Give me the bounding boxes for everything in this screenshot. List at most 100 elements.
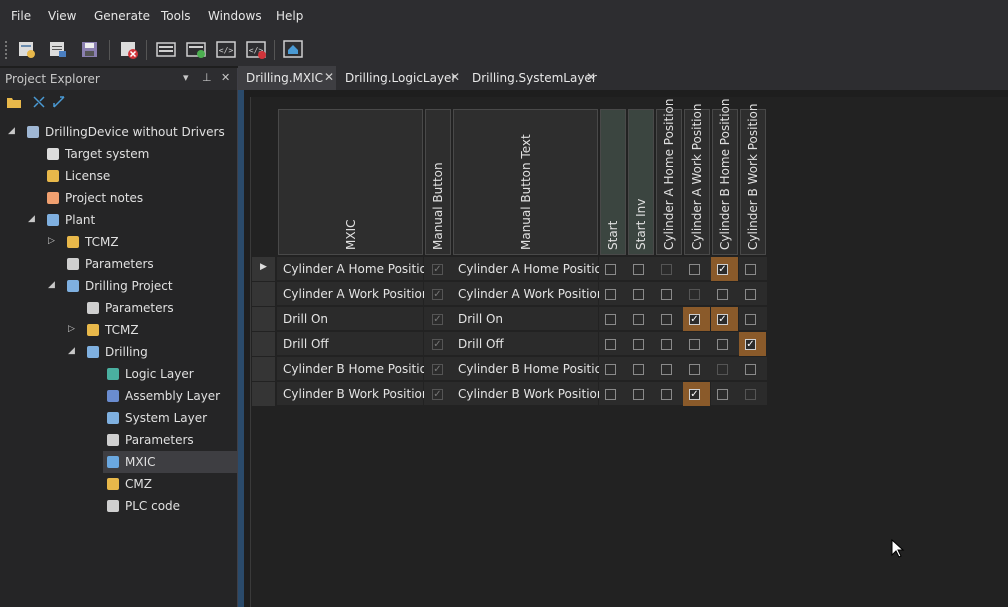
cell-mxic[interactable]: Cylinder A Home Position — [277, 257, 435, 281]
column-header-mxic[interactable]: MXIC — [278, 109, 423, 255]
cell-manual-button-text[interactable]: Cylinder A Work Position — [452, 282, 604, 306]
signal-checkbox[interactable] — [745, 264, 756, 275]
signal-checkbox[interactable] — [661, 389, 672, 400]
signal-checkbox[interactable] — [633, 289, 644, 300]
cell-manual-button-text[interactable]: Cylinder A Home Position — [452, 257, 610, 281]
expand-all-icon[interactable] — [52, 95, 66, 112]
menu-file[interactable]: File — [11, 9, 31, 23]
tree-item-parameters[interactable]: Parameters — [0, 429, 237, 451]
form-add-icon[interactable] — [185, 38, 207, 60]
collapse-arrow-icon[interactable]: ◢ — [8, 126, 15, 136]
signal-checkbox[interactable] — [605, 389, 616, 400]
open-folder-icon[interactable] — [6, 95, 22, 112]
signal-checkbox[interactable] — [605, 339, 616, 350]
signal-checkbox[interactable] — [661, 289, 672, 300]
tree-item-drillingdevice-without-drivers[interactable]: ◢ DrillingDevice without Drivers — [0, 121, 237, 143]
tree-item-tcmz[interactable]: ▷ TCMZ — [0, 231, 237, 253]
signal-checkbox[interactable]: ✓ — [745, 339, 756, 350]
close-icon[interactable]: ✕ — [324, 70, 334, 84]
home-icon[interactable] — [282, 38, 304, 60]
signal-checkbox[interactable] — [717, 289, 728, 300]
column-header-manual-button[interactable]: Manual Button — [425, 109, 451, 255]
tree-item-parameters[interactable]: Parameters — [0, 253, 237, 275]
column-header-cylinder-b-home-position[interactable]: Cylinder B Home Position — [712, 98, 738, 255]
signal-checkbox[interactable] — [633, 264, 644, 275]
signal-checkbox[interactable]: ✓ — [689, 389, 700, 400]
menu-generate[interactable]: Generate — [94, 9, 150, 23]
tree-item-plant[interactable]: ◢ Plant — [0, 209, 237, 231]
row-header[interactable] — [252, 382, 275, 407]
tree-item-logic-layer[interactable]: Logic Layer — [0, 363, 237, 385]
signal-checkbox[interactable] — [633, 364, 644, 375]
close-icon[interactable]: ✕ — [450, 70, 460, 84]
menu-tools[interactable]: Tools — [161, 9, 191, 23]
cell-manual-button-text[interactable]: Cylinder B Home Position — [452, 357, 610, 381]
column-header-start-inv[interactable]: Start Inv — [628, 109, 654, 255]
row-header[interactable] — [252, 307, 275, 332]
signal-checkbox[interactable] — [717, 339, 728, 350]
cell-manual-button-text[interactable]: Drill On — [452, 307, 598, 331]
tree-item-license[interactable]: License — [0, 165, 237, 187]
signal-checkbox[interactable] — [605, 314, 616, 325]
tab-drilling-systemlayer[interactable]: Drilling.SystemLayer ✕ — [464, 66, 600, 90]
signal-checkbox[interactable]: ✓ — [717, 264, 728, 275]
cell-manual-button-text[interactable]: Drill Off — [452, 332, 598, 356]
tree-item-parameters[interactable]: Parameters — [0, 297, 237, 319]
collapse-arrow-icon[interactable]: ◢ — [28, 214, 35, 224]
signal-checkbox[interactable] — [661, 364, 672, 375]
column-header-manual-button-text[interactable]: Manual Button Text — [453, 109, 598, 255]
tree-item-mxic[interactable]: MXIC — [103, 451, 237, 473]
menu-view[interactable]: View — [48, 9, 76, 23]
signal-checkbox[interactable] — [605, 264, 616, 275]
expand-arrow-icon[interactable]: ▷ — [68, 324, 75, 334]
delete-icon[interactable] — [118, 38, 140, 60]
tree-item-tcmz[interactable]: ▷ TCMZ — [0, 319, 237, 341]
signal-checkbox[interactable] — [605, 364, 616, 375]
cell-mxic[interactable]: Cylinder B Work Position — [277, 382, 429, 406]
menu-help[interactable]: Help — [276, 9, 303, 23]
close-icon[interactable]: ✕ — [586, 70, 596, 84]
column-header-cylinder-a-home-position[interactable]: Cylinder A Home Position — [656, 99, 682, 255]
column-header-cylinder-a-work-position[interactable]: Cylinder A Work Position — [684, 104, 710, 255]
tree-item-drilling-project[interactable]: ◢ Drilling Project — [0, 275, 237, 297]
signal-checkbox[interactable] — [745, 289, 756, 300]
tab-drilling-logiclayer[interactable]: Drilling.LogicLayer ✕ — [337, 66, 463, 90]
code-icon[interactable]: </> — [215, 38, 237, 60]
tree-item-plc-code[interactable]: PLC code — [0, 495, 237, 517]
row-header[interactable]: ▶ — [252, 257, 275, 282]
signal-checkbox[interactable] — [633, 389, 644, 400]
column-header-start[interactable]: Start — [600, 109, 626, 255]
tab-drilling-mxic[interactable]: Drilling.MXIC ✕ — [238, 66, 336, 90]
signal-checkbox[interactable]: ✓ — [689, 314, 700, 325]
tree-item-system-layer[interactable]: System Layer — [0, 407, 237, 429]
collapse-arrow-icon[interactable]: ◢ — [48, 280, 55, 290]
signal-checkbox[interactable] — [661, 339, 672, 350]
pin-icon[interactable]: ⊥ — [202, 71, 212, 84]
tree-item-project-notes[interactable]: Project notes — [0, 187, 237, 209]
signal-checkbox[interactable] — [689, 364, 700, 375]
column-header-cylinder-b-work-position[interactable]: Cylinder B Work Position — [740, 104, 766, 255]
signal-checkbox[interactable] — [605, 289, 616, 300]
tree-item-drilling[interactable]: ◢ Drilling — [0, 341, 237, 363]
toolbar-grip[interactable] — [5, 41, 9, 59]
tree-item-assembly-layer[interactable]: Assembly Layer — [0, 385, 237, 407]
cell-mxic[interactable]: Drill On — [277, 307, 423, 331]
signal-checkbox[interactable] — [689, 339, 700, 350]
signal-checkbox[interactable] — [717, 389, 728, 400]
new-project-icon[interactable] — [16, 38, 38, 60]
code-remove-icon[interactable]: </> — [245, 38, 267, 60]
form-icon[interactable] — [155, 38, 177, 60]
signal-checkbox[interactable] — [661, 314, 672, 325]
collapse-arrow-icon[interactable]: ◢ — [68, 346, 75, 356]
signal-checkbox[interactable] — [689, 264, 700, 275]
cell-mxic[interactable]: Cylinder B Home Position — [277, 357, 435, 381]
panel-dropdown-icon[interactable]: ▾ — [183, 71, 189, 84]
cell-manual-button-text[interactable]: Cylinder B Work Position — [452, 382, 604, 406]
save-icon[interactable] — [79, 38, 101, 60]
signal-checkbox[interactable]: ✓ — [717, 314, 728, 325]
tree-item-target-system[interactable]: Target system — [0, 143, 237, 165]
cell-mxic[interactable]: Cylinder A Work Position — [277, 282, 429, 306]
signal-checkbox[interactable] — [633, 339, 644, 350]
expand-arrow-icon[interactable]: ▷ — [48, 236, 55, 246]
row-header[interactable] — [252, 332, 275, 357]
